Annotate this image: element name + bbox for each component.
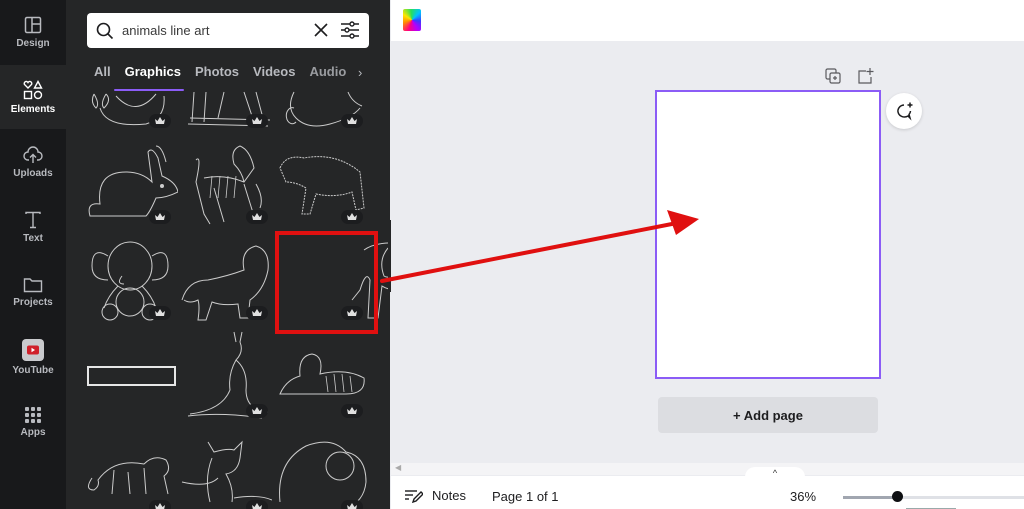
zoom-level[interactable]: 36% [790,489,816,504]
add-comment-button[interactable] [886,93,922,129]
premium-crown-icon [149,306,171,320]
sidebar-item-youtube[interactable]: YouTube [0,325,66,389]
add-page-icon[interactable] [858,68,874,84]
add-page-button[interactable]: + Add page [658,397,878,433]
premium-crown-icon [149,114,171,128]
sidebar-item-label: Text [23,232,43,244]
premium-crown-icon [246,500,268,509]
layout-icon [24,16,42,33]
design-page[interactable] [655,90,881,379]
content-tabs: All Graphics Photos Videos Audio [94,64,346,79]
sidebar-item-elements[interactable]: Elements [0,65,66,129]
tab-graphics[interactable]: Graphics [125,64,181,79]
premium-crown-icon [341,500,363,509]
shapes-icon [23,79,43,99]
result-panda-line-art[interactable] [276,432,372,509]
result-rectangle-frame[interactable] [87,366,176,386]
filter-icon[interactable] [340,21,360,39]
tab-all[interactable]: All [94,64,111,79]
cloud-upload-icon [23,145,43,163]
text-icon [25,211,41,228]
tab-photos[interactable]: Photos [195,64,239,79]
sidebar-item-apps[interactable]: Apps [0,390,66,454]
premium-crown-icon [341,210,363,224]
scroll-left-icon[interactable]: ◀ [395,463,401,472]
notes-icon [405,489,423,503]
zoom-slider-knob[interactable] [892,491,904,502]
sidebar-item-label: Uploads [13,167,53,179]
sidebar-item-uploads[interactable]: Uploads [0,130,66,194]
apps-grid-icon [25,406,41,423]
sidebar-item-label: Projects [13,296,53,308]
sidebar-item-label: Design [16,37,50,49]
youtube-icon [22,338,44,361]
folder-icon [23,277,43,292]
color-picker-icon[interactable] [403,9,421,31]
premium-crown-icon [341,404,363,418]
search-input[interactable] [122,23,302,38]
tab-videos[interactable]: Videos [253,64,295,79]
tab-audio[interactable]: Audio [309,64,346,79]
premium-crown-icon [246,210,268,224]
search-icon [96,22,114,39]
premium-crown-icon [246,306,268,320]
notes-button[interactable]: Notes [405,488,466,503]
result-cat-line-art[interactable] [178,438,272,504]
footer-bar: Notes Page 1 of 1 36% [391,476,1024,509]
result-tiger-line-art[interactable] [276,350,368,398]
page-indicator[interactable]: Page 1 of 1 [492,489,559,504]
top-bar [391,0,1024,41]
duplicate-page-icon[interactable] [825,68,841,84]
premium-crown-icon [246,404,268,418]
clear-search-icon[interactable] [313,22,329,38]
premium-crown-icon [246,114,268,128]
premium-crown-icon [149,500,171,509]
search-box [87,13,369,48]
sidebar-item-label: Elements [10,103,56,115]
comment-add-icon [897,102,913,121]
sidebar-item-label: Apps [20,426,46,438]
horizontal-scrollbar[interactable]: ◀ [391,463,1024,475]
zoom-slider[interactable] [843,491,1024,502]
sidebar-item-projects[interactable]: Projects [0,260,66,324]
more-tabs-arrow[interactable]: › [358,65,362,80]
premium-crown-icon [341,114,363,128]
notes-label: Notes [432,488,466,503]
result-monkey-line-art[interactable] [84,450,176,496]
sidebar-item-text[interactable]: Text [0,195,66,259]
zoom-slider-fill [843,496,898,499]
sidebar-rail: Design Elements Uploads Text Projects Yo… [0,0,66,509]
sidebar-item-label: YouTube [12,364,54,376]
highlight-box-annotation [275,231,378,334]
premium-crown-icon [149,210,171,224]
sidebar-item-design[interactable]: Design [0,0,66,64]
